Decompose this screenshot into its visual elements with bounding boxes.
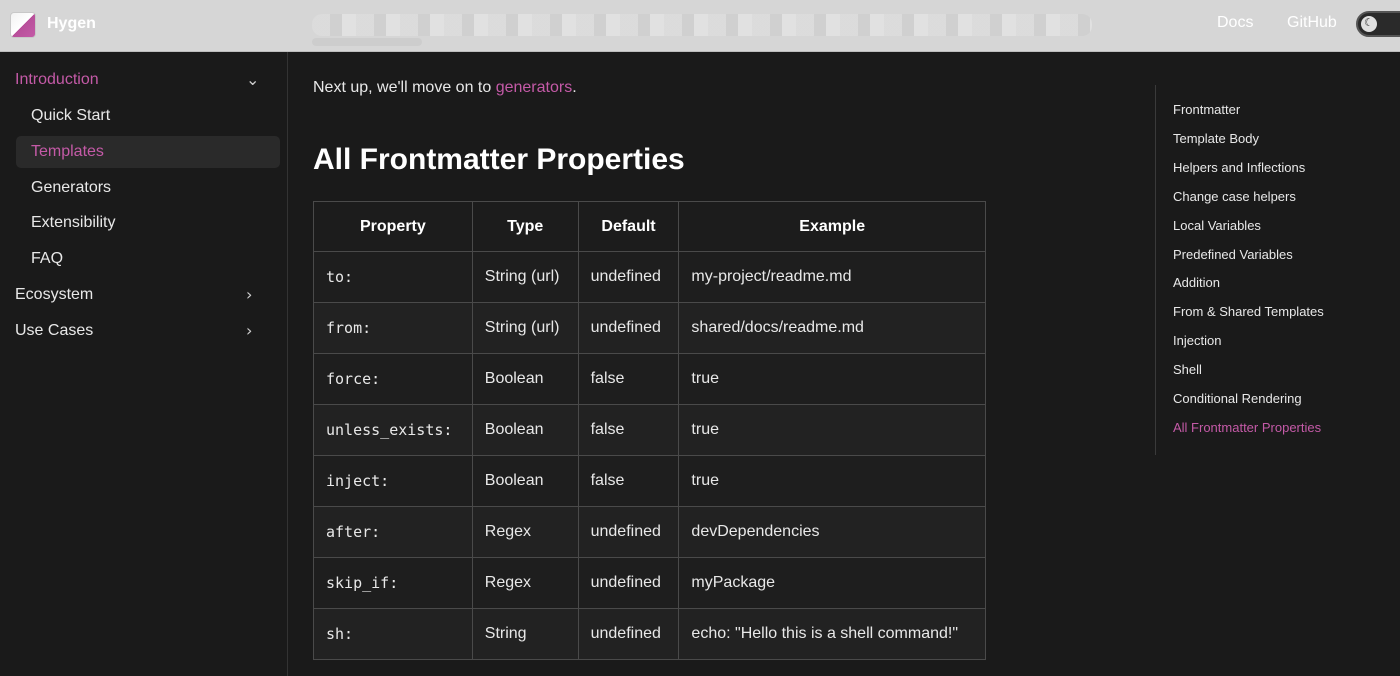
property-cell: sh:: [313, 608, 473, 660]
sidebar-item-ecosystem[interactable]: Ecosystem: [15, 286, 93, 304]
intro-text: Next up, we'll move on to: [313, 79, 496, 96]
type-cell: Regex: [471, 557, 579, 609]
type-cell: Boolean: [471, 353, 579, 405]
chevron-right-icon[interactable]: ›: [246, 321, 252, 340]
table-row: unless_exists: Boolean false true: [313, 404, 986, 456]
toc-item-shell[interactable]: Shell: [1173, 362, 1202, 377]
sidebar-item-introduction[interactable]: Introduction: [15, 71, 99, 89]
chevron-down-icon[interactable]: ⌄: [246, 70, 259, 89]
table-row: sh: String undefined echo: "Hello this i…: [313, 608, 986, 660]
sidebar-item-generators[interactable]: Generators: [31, 179, 111, 197]
moon-icon: ☾: [1364, 16, 1374, 29]
default-cell: undefined: [577, 302, 680, 354]
nav-github-link[interactable]: GitHub: [1287, 14, 1337, 32]
type-cell: Boolean: [471, 455, 579, 507]
property-cell: unless_exists:: [313, 404, 473, 456]
property-cell: after:: [313, 506, 473, 558]
column-header-property: Property: [313, 201, 473, 252]
toc-item-all-frontmatter-properties[interactable]: All Frontmatter Properties: [1173, 420, 1321, 435]
sidebar-item-use-cases[interactable]: Use Cases: [15, 322, 93, 340]
sidebar-item-templates[interactable]: Templates: [31, 143, 104, 161]
default-cell: false: [577, 353, 680, 405]
default-cell: undefined: [577, 608, 680, 660]
example-cell: true: [678, 404, 986, 456]
intro-paragraph: Next up, we'll move on to generators.: [313, 79, 577, 97]
toc-item-from-shared-templates[interactable]: From & Shared Templates: [1173, 304, 1324, 319]
type-cell: String: [471, 608, 579, 660]
example-cell: true: [678, 455, 986, 507]
type-cell: String (url): [471, 251, 579, 303]
toc-item-helpers-inflections[interactable]: Helpers and Inflections: [1173, 160, 1305, 175]
property-cell: inject:: [313, 455, 473, 507]
toc-item-frontmatter[interactable]: Frontmatter: [1173, 102, 1240, 117]
example-cell: devDependencies: [678, 506, 986, 558]
table-row: from: String (url) undefined shared/docs…: [313, 302, 986, 354]
default-cell: false: [577, 404, 680, 456]
intro-suffix: .: [572, 79, 577, 96]
sidebar-item-faq[interactable]: FAQ: [31, 250, 63, 268]
property-cell: to:: [313, 251, 473, 303]
example-cell: echo: "Hello this is a shell command!": [678, 608, 986, 660]
default-cell: undefined: [577, 506, 680, 558]
page-title: All Frontmatter Properties: [313, 143, 685, 176]
type-cell: String (url): [471, 302, 579, 354]
example-cell: myPackage: [678, 557, 986, 609]
nav-docs-link[interactable]: Docs: [1217, 14, 1253, 32]
toc-item-local-variables[interactable]: Local Variables: [1173, 218, 1261, 233]
search-bar-hint: [312, 38, 422, 46]
table-row: inject: Boolean false true: [313, 455, 986, 507]
toc-item-addition[interactable]: Addition: [1173, 275, 1220, 290]
theme-toggle[interactable]: ☾: [1356, 11, 1400, 37]
table-row: force: Boolean false true: [313, 353, 986, 405]
table-row: after: Regex undefined devDependencies: [313, 506, 986, 558]
default-cell: false: [577, 455, 680, 507]
property-cell: force:: [313, 353, 473, 405]
type-cell: Regex: [471, 506, 579, 558]
generators-link[interactable]: generators: [496, 79, 573, 96]
sidebar-item-quick-start[interactable]: Quick Start: [31, 107, 110, 125]
example-cell: true: [678, 353, 986, 405]
table-header-row: Property Type Default Example: [313, 201, 986, 252]
toc-item-template-body[interactable]: Template Body: [1173, 131, 1259, 146]
type-cell: Boolean: [471, 404, 579, 456]
toc-item-injection[interactable]: Injection: [1173, 333, 1221, 348]
example-cell: shared/docs/readme.md: [678, 302, 986, 354]
brand-name[interactable]: Hygen: [47, 15, 96, 33]
frontmatter-properties-table: Property Type Default Example to: String…: [313, 201, 986, 660]
top-navbar: Hygen Docs GitHub ☾: [0, 0, 1400, 52]
property-cell: skip_if:: [313, 557, 473, 609]
example-cell: my-project/readme.md: [678, 251, 986, 303]
column-header-default: Default: [577, 201, 680, 252]
toc-item-change-case-helpers[interactable]: Change case helpers: [1173, 189, 1296, 204]
toc-item-conditional-rendering[interactable]: Conditional Rendering: [1173, 391, 1302, 406]
column-header-example: Example: [678, 201, 986, 252]
default-cell: undefined: [577, 557, 680, 609]
default-cell: undefined: [577, 251, 680, 303]
table-row: skip_if: Regex undefined myPackage: [313, 557, 986, 609]
sidebar-item-extensibility[interactable]: Extensibility: [31, 214, 115, 232]
property-cell: from:: [313, 302, 473, 354]
search-bar[interactable]: [312, 14, 1092, 36]
table-row: to: String (url) undefined my-project/re…: [313, 251, 986, 303]
table-of-contents: Frontmatter Template Body Helpers and In…: [1155, 85, 1324, 455]
column-header-type: Type: [471, 201, 579, 252]
chevron-right-icon[interactable]: ›: [246, 285, 252, 304]
hygen-logo-icon[interactable]: [10, 12, 36, 38]
toc-item-predefined-variables[interactable]: Predefined Variables: [1173, 247, 1293, 262]
